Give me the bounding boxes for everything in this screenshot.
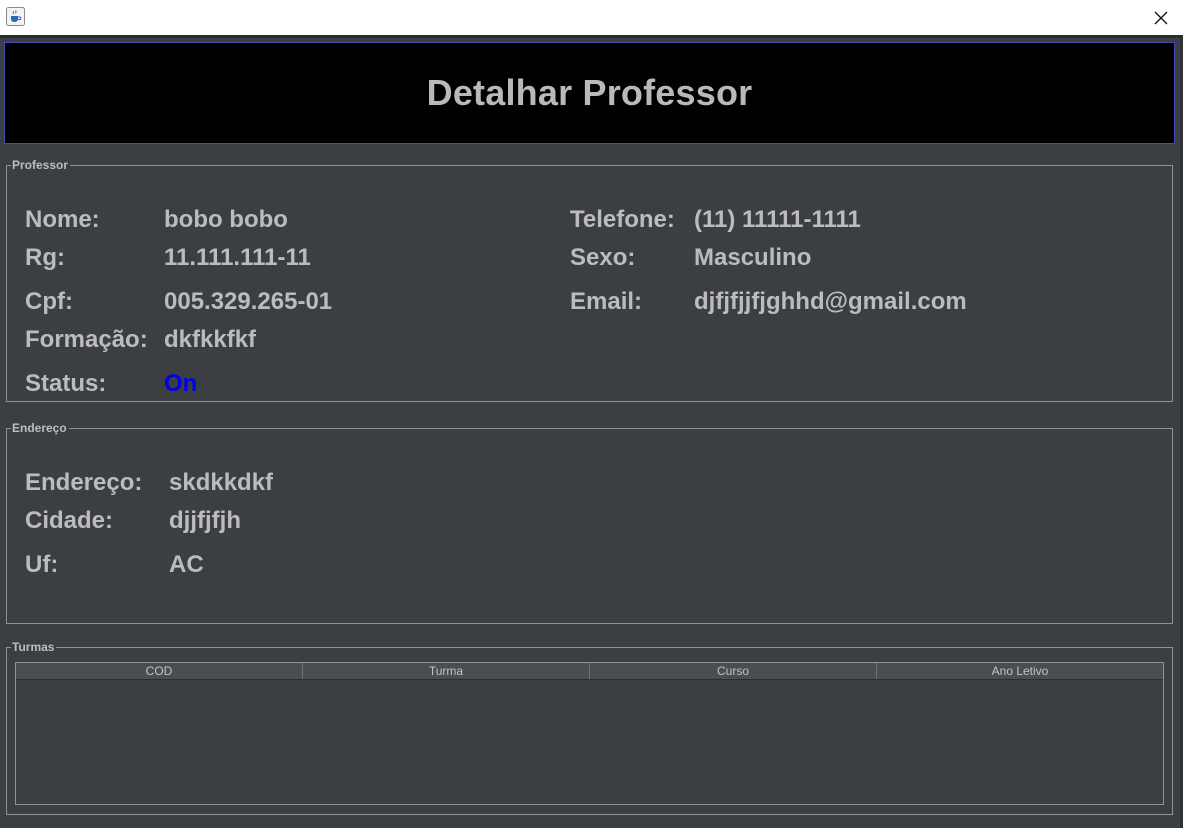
turmas-table[interactable]: COD Turma Curso Ano Letivo — [15, 662, 1164, 805]
formacao-value: dkfkkfkf — [164, 326, 257, 353]
endereco-panel-legend: Endereço — [11, 421, 69, 435]
endereco-panel: Endereço Endereço: skdkkdkf Cidade: djjf… — [6, 421, 1173, 624]
professor-panel: Professor Nome: bobo bobo Rg: 11.111.111… — [6, 158, 1173, 402]
cidade-label: Cidade: — [25, 507, 114, 534]
window-border — [0, 35, 1183, 38]
turmas-panel-legend: Turmas — [11, 640, 57, 654]
cidade-value: djjfjfjh — [169, 507, 241, 534]
turmas-table-body[interactable] — [16, 680, 1163, 805]
endereco-label: Endereço: — [25, 469, 143, 496]
turmas-table-header: COD Turma Curso Ano Letivo — [16, 663, 1163, 680]
column-header-turma[interactable]: Turma — [303, 663, 590, 679]
rg-label: Rg: — [25, 244, 65, 271]
nome-value: bobo bobo — [164, 206, 288, 233]
email-label: Email: — [570, 288, 643, 315]
status-label: Status: — [25, 370, 107, 397]
cpf-value: 005.329.265-01 — [164, 288, 333, 315]
column-header-cod[interactable]: COD — [16, 663, 303, 679]
window-close-button[interactable] — [1138, 0, 1183, 35]
email-value: djfjfjjfjghhd@gmail.com — [694, 288, 967, 315]
telefone-value: (11) 11111-1111 — [694, 206, 861, 233]
uf-value: AC — [169, 551, 204, 578]
telefone-label: Telefone: — [570, 206, 675, 233]
window-titlebar — [0, 0, 1183, 35]
page-header: Detalhar Professor — [4, 42, 1175, 144]
java-cup-icon — [6, 7, 25, 26]
uf-label: Uf: — [25, 551, 59, 578]
formacao-label: Formação: — [25, 326, 148, 353]
endereco-value: skdkkdkf — [169, 469, 274, 496]
sexo-value: Masculino — [694, 244, 812, 271]
cpf-label: Cpf: — [25, 288, 73, 315]
professor-panel-legend: Professor — [11, 158, 71, 172]
sexo-label: Sexo: — [570, 244, 636, 271]
column-header-ano-letivo[interactable]: Ano Letivo — [877, 663, 1163, 679]
column-header-curso[interactable]: Curso — [590, 663, 877, 679]
page-title: Detalhar Professor — [426, 72, 753, 113]
nome-label: Nome: — [25, 206, 100, 233]
close-icon — [1154, 11, 1167, 24]
rg-value: 11.111.111-11 — [164, 244, 311, 271]
status-value: On — [164, 370, 198, 397]
